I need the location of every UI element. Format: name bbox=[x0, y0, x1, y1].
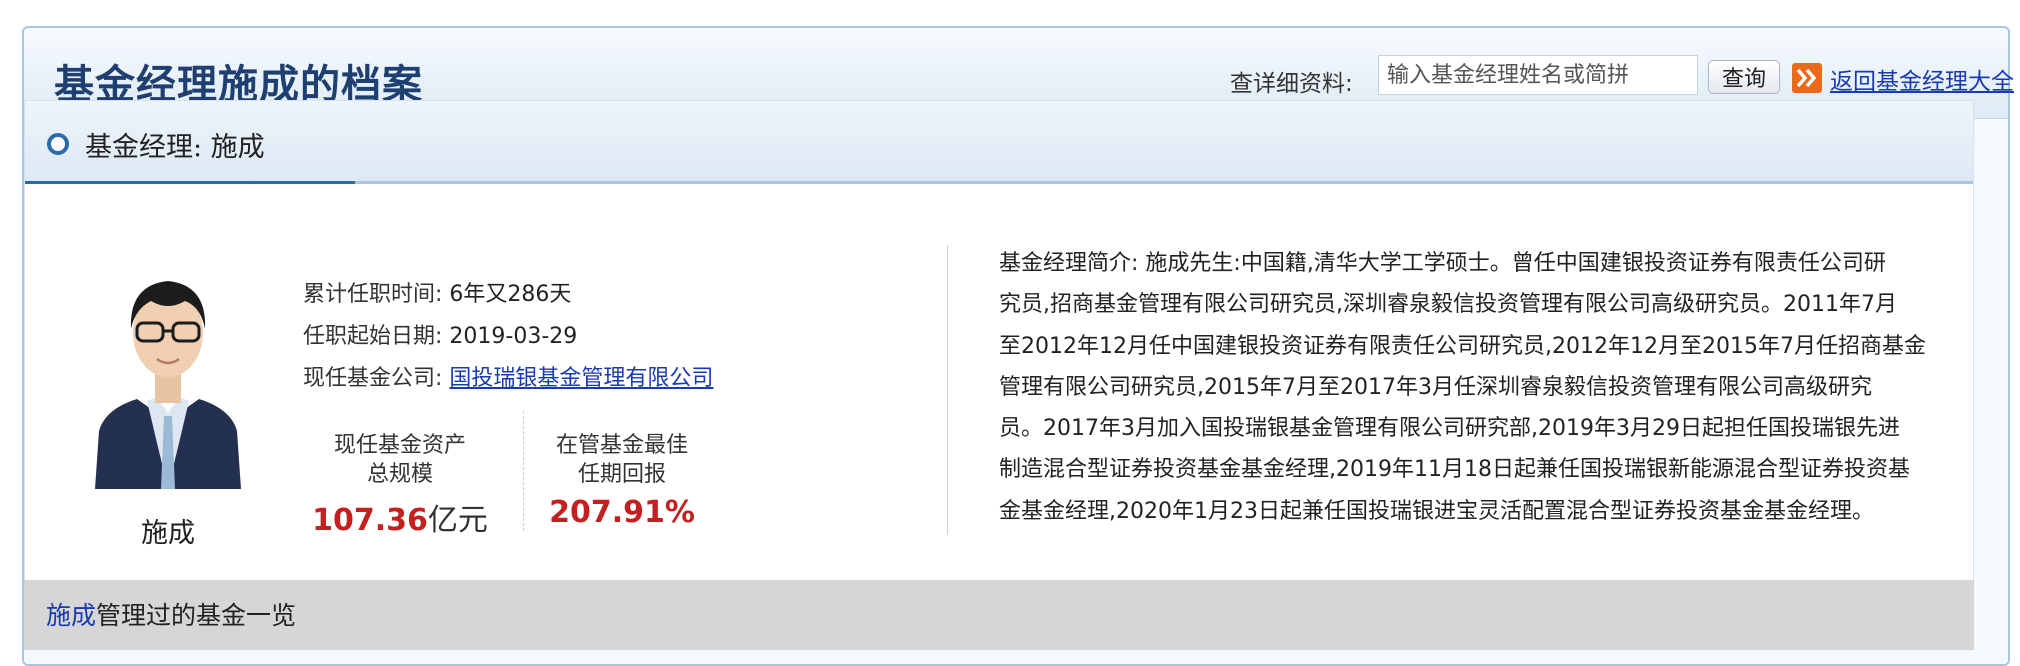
return-label: 在管基金最佳 任期回报 bbox=[537, 431, 707, 489]
return-label-line2: 任期回报 bbox=[577, 462, 666, 487]
return-value: 207.91% bbox=[537, 495, 707, 530]
info-bio-divider bbox=[947, 245, 948, 535]
start-date-label: 任职起始日期: bbox=[303, 324, 443, 349]
tenure-label: 累计任职时间: bbox=[303, 282, 443, 307]
bio-line: 究员,招商基金管理有限公司研究员,深圳睿泉毅信投资管理有限公司高级研究员。201… bbox=[999, 292, 1897, 318]
asset-value: 107.36亿元 bbox=[305, 495, 495, 539]
bio-line: 基金经理简介: 施成先生:中国籍,清华大学工学硕士。曾任中国建银投资证券有限责任… bbox=[999, 251, 1886, 276]
managed-funds-title: 施成管理过的基金一览 bbox=[46, 596, 296, 632]
company-link[interactable]: 国投瑞银基金管理有限公司 bbox=[449, 366, 713, 391]
bio-line: 金基金经理,2020年1月23日起兼任国投瑞银进宝灵活配置混合型证券投资基金基金… bbox=[999, 498, 1874, 524]
manager-bio: 基金经理简介: 施成先生:中国籍,清华大学工学硕士。曾任中国建银投资证券有限责任… bbox=[999, 243, 1949, 532]
section-underline bbox=[25, 181, 355, 184]
return-to-manager-list-link[interactable]: 返回基金经理大全 bbox=[1830, 62, 2014, 96]
bio-line: 至2012年12月任中国建银投资证券有限责任公司研究员,2012年12月至201… bbox=[999, 333, 1926, 359]
asset-number: 107.36 bbox=[312, 503, 428, 538]
return-label-line1: 在管基金最佳 bbox=[555, 433, 688, 458]
section-title: 基金经理: 施成 bbox=[85, 132, 265, 163]
return-number: 207.91% bbox=[549, 495, 695, 530]
bio-line: 员。2017年3月加入国投瑞银基金管理有限公司研究部,2019年3月29日起担任… bbox=[999, 416, 1900, 442]
circle-bullet-icon bbox=[47, 133, 69, 155]
tenure-row: 累计任职时间: 6年又286天 bbox=[303, 276, 571, 308]
managed-funds-suffix: 管理过的基金一览 bbox=[96, 601, 297, 630]
managed-funds-manager-name[interactable]: 施成 bbox=[46, 601, 96, 630]
start-date-value: 2019-03-29 bbox=[449, 324, 578, 349]
double-arrow-icon bbox=[1792, 63, 1822, 93]
asset-label-line2: 总规模 bbox=[366, 462, 433, 487]
asset-label-line1: 现任基金资产 bbox=[333, 433, 466, 458]
search-input[interactable] bbox=[1378, 55, 1698, 95]
asset-label: 现任基金资产 总规模 bbox=[315, 431, 485, 489]
start-date-row: 任职起始日期: 2019-03-29 bbox=[303, 318, 577, 350]
section-header: 基金经理: 施成 bbox=[25, 101, 1973, 184]
query-button[interactable]: 查询 bbox=[1708, 60, 1780, 94]
company-row: 现任基金公司: 国投瑞银基金管理有限公司 bbox=[303, 360, 713, 392]
tenure-value: 6年又286天 bbox=[449, 282, 572, 307]
search-label: 查详细资料: bbox=[1230, 71, 1353, 97]
bio-line: 管理有限公司研究员,2015年7月至2017年3月任深圳睿泉毅信投资管理有限公司… bbox=[999, 374, 1872, 400]
bio-line: 制造混合型证券投资基金基金经理,2019年11月18日起兼任国投瑞银新能源混合型… bbox=[999, 457, 1910, 483]
stat-divider bbox=[523, 411, 524, 531]
manager-name-caption: 施成 bbox=[141, 518, 195, 549]
manager-photo bbox=[85, 251, 251, 489]
company-label: 现任基金公司: bbox=[303, 366, 443, 391]
asset-unit: 亿元 bbox=[427, 503, 488, 538]
managed-funds-header: 施成管理过的基金一览 bbox=[24, 580, 1974, 650]
manager-info-panel: 基金经理: 施成 施成 累计任职时间: 6年又286天 任职起始日期: 2019… bbox=[24, 100, 1974, 640]
